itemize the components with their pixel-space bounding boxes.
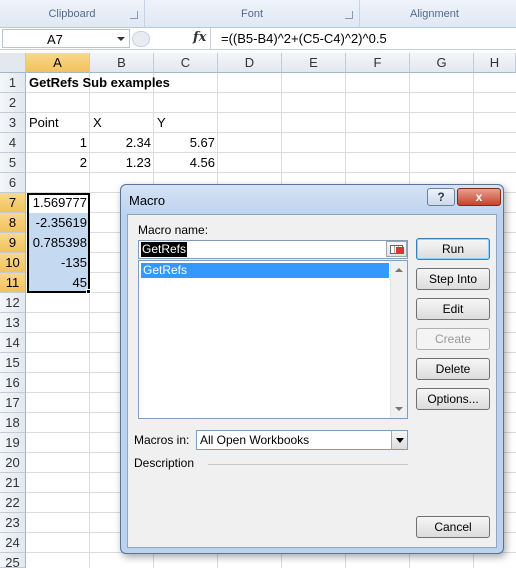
name-box-value: A7 [47, 32, 63, 47]
row-header-11[interactable]: 11 [0, 273, 26, 293]
macro-name-value: GetRefs [141, 242, 188, 257]
cell-a3[interactable]: Point [26, 113, 62, 133]
run-button[interactable]: Run [416, 238, 490, 260]
row-header-20[interactable]: 20 [0, 453, 26, 473]
chevron-down-icon[interactable] [391, 431, 407, 449]
close-button[interactable]: x [457, 188, 501, 206]
macro-name-label: Macro name: [138, 223, 209, 237]
font-group-label: Font [240, 8, 263, 20]
cell-a11[interactable]: 45 [26, 273, 90, 293]
row-header-14[interactable]: 14 [0, 333, 26, 353]
row-header-21[interactable]: 21 [0, 473, 26, 493]
ribbon-group-alignment: Alignment [360, 0, 516, 28]
options-button[interactable]: Options... [416, 388, 490, 410]
cell-b5[interactable]: 1.23 [90, 153, 154, 173]
ribbon-group-labels: Clipboard Font Alignment [0, 0, 516, 28]
cell-a1[interactable]: GetRefs Sub examples [26, 73, 173, 93]
select-all-corner[interactable] [0, 53, 26, 73]
collapse-dialog-icon[interactable] [386, 241, 407, 257]
row-header-2[interactable]: 2 [0, 93, 26, 113]
macros-in-value: All Open Workbooks [200, 433, 310, 447]
macros-in-label: Macros in: [134, 433, 190, 447]
column-header-b[interactable]: B [90, 53, 154, 73]
row-header-4[interactable]: 4 [0, 133, 26, 153]
row-header-13[interactable]: 13 [0, 313, 26, 333]
description-label: Description [134, 456, 195, 470]
macro-dialog: Macro ? x Macro name: GetRefs GetRefs Ru… [120, 184, 504, 554]
row-header-12[interactable]: 12 [0, 293, 26, 313]
formula-bar-splitter[interactable] [132, 31, 150, 47]
font-dialog-launcher-icon[interactable] [345, 11, 353, 19]
step-into-button[interactable]: Step Into [416, 268, 490, 290]
column-header-a[interactable]: A [26, 53, 90, 73]
row-header-19[interactable]: 19 [0, 433, 26, 453]
row-header-15[interactable]: 15 [0, 353, 26, 373]
ribbon-group-clipboard: Clipboard [0, 0, 145, 28]
row-header-24[interactable]: 24 [0, 533, 26, 553]
cell-a5[interactable]: 2 [26, 153, 90, 173]
row-header-17[interactable]: 17 [0, 393, 26, 413]
column-header-f[interactable]: F [346, 53, 410, 73]
row-header-1[interactable]: 1 [0, 73, 26, 93]
column-header-g[interactable]: G [410, 53, 474, 73]
cell-c3[interactable]: Y [154, 113, 169, 133]
row-header-18[interactable]: 18 [0, 413, 26, 433]
list-item[interactable]: GetRefs [141, 263, 389, 278]
clipboard-group-label: Clipboard [48, 8, 96, 20]
clipboard-dialog-launcher-icon[interactable] [130, 11, 138, 19]
scroll-up-icon[interactable] [395, 268, 403, 272]
macros-in-select[interactable]: All Open Workbooks [196, 430, 408, 450]
macro-name-input[interactable]: GetRefs [138, 240, 408, 259]
delete-button[interactable]: Delete [416, 358, 490, 380]
row-header-16[interactable]: 16 [0, 373, 26, 393]
row-header-8[interactable]: 8 [0, 213, 26, 233]
create-button[interactable]: Create [416, 328, 490, 350]
alignment-group-label: Alignment [410, 8, 459, 20]
cell-a10[interactable]: -135 [26, 253, 90, 273]
dialog-title: Macro [129, 193, 166, 208]
row-header-3[interactable]: 3 [0, 113, 26, 133]
list-scrollbar[interactable] [390, 261, 407, 418]
cell-a9[interactable]: 0.785398 [26, 233, 90, 253]
name-box[interactable]: A7 [2, 29, 130, 48]
chevron-down-icon[interactable] [117, 37, 125, 41]
cell-c4[interactable]: 5.67 [154, 133, 218, 153]
row-header-25[interactable]: 25 [0, 553, 26, 568]
cell-a4[interactable]: 1 [26, 133, 90, 153]
scroll-down-icon[interactable] [395, 407, 403, 411]
row-header-7[interactable]: 7 [0, 193, 26, 213]
description-divider [208, 464, 408, 465]
cell-b3[interactable]: X [90, 113, 105, 133]
row-header-6[interactable]: 6 [0, 173, 26, 193]
formula-input[interactable]: =((B5-B4)^2+(C5-C4)^2)^0.5 [210, 28, 516, 49]
dialog-body: Macro name: GetRefs GetRefs Run Step Int… [127, 214, 497, 548]
row-header-22[interactable]: 22 [0, 493, 26, 513]
column-header-e[interactable]: E [282, 53, 346, 73]
formula-bar: A7 fx =((B5-B4)^2+(C5-C4)^2)^0.5 [0, 28, 516, 50]
row-header-5[interactable]: 5 [0, 153, 26, 173]
macro-list[interactable]: GetRefs [138, 260, 408, 419]
dialog-title-bar[interactable]: Macro ? x [121, 185, 503, 213]
insert-function-icon[interactable]: fx [193, 30, 206, 45]
cell-c5[interactable]: 4.56 [154, 153, 218, 173]
cell-b4[interactable]: 2.34 [90, 133, 154, 153]
cell-a8[interactable]: -2.35619 [26, 213, 90, 233]
row-header-23[interactable]: 23 [0, 513, 26, 533]
column-header-h[interactable]: H [474, 53, 516, 73]
ribbon-group-font: Font [145, 0, 360, 28]
cancel-button[interactable]: Cancel [416, 516, 490, 538]
edit-button[interactable]: Edit [416, 298, 490, 320]
row-header-9[interactable]: 9 [0, 233, 26, 253]
row-header-10[interactable]: 10 [0, 253, 26, 273]
cell-a7[interactable]: 1.569777 [26, 193, 90, 213]
help-button[interactable]: ? [427, 188, 455, 206]
column-header-c[interactable]: C [154, 53, 218, 73]
column-header-d[interactable]: D [218, 53, 282, 73]
